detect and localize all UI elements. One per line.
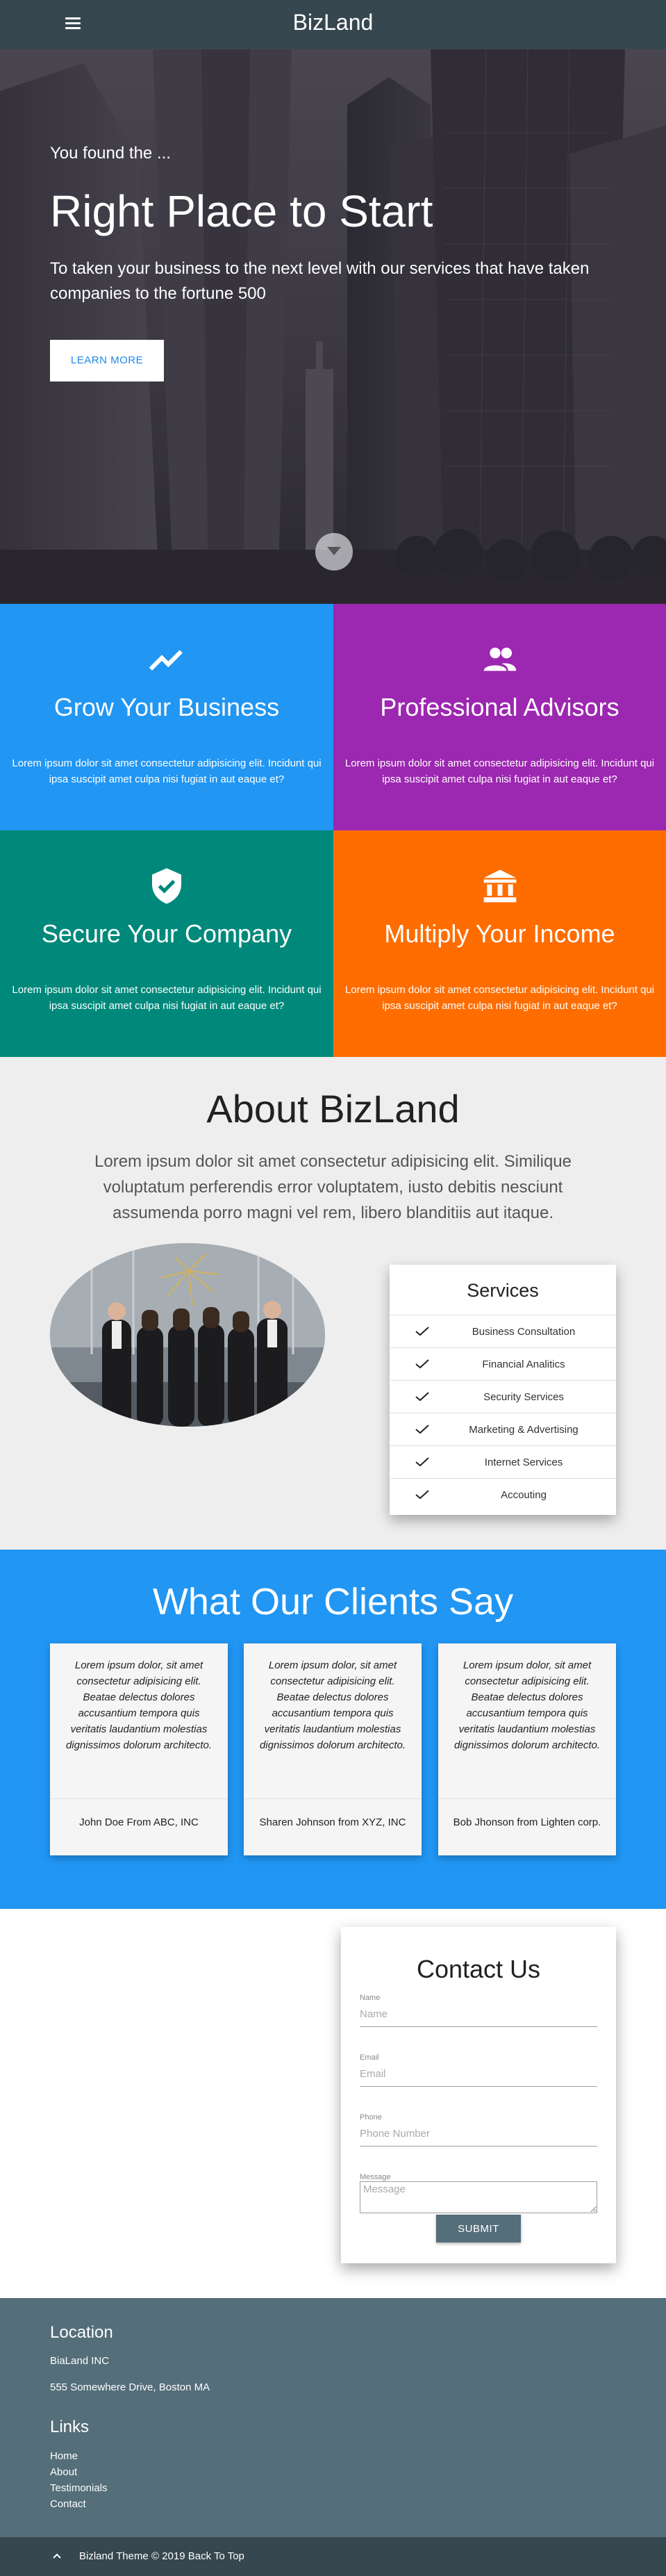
feature-text: Lorem ipsum dolor sit amet consectetur a… xyxy=(12,984,322,1012)
name-field-group: Name xyxy=(360,1994,597,2027)
list-item: Accouting xyxy=(390,1478,616,1511)
phone-label: Phone xyxy=(360,2113,382,2122)
links-title: Links xyxy=(50,2418,90,2436)
checkmark-icon xyxy=(415,1490,429,1500)
footer-link-testimonials[interactable]: Testimonials xyxy=(50,2482,108,2494)
email-field-group: Email xyxy=(360,2053,597,2087)
list-item: Security Services xyxy=(390,1380,616,1413)
name-input[interactable] xyxy=(360,2002,597,2027)
top-navbar: BizLand xyxy=(0,0,666,49)
footer-link-contact[interactable]: Contact xyxy=(50,2498,86,2510)
list-item: Financial Analitics xyxy=(390,1347,616,1380)
feature-title: Grow Your Business xyxy=(53,693,280,721)
feature-title: Secure Your Company xyxy=(41,919,292,948)
footer: Location BiaLand INC 555 Somewhere Drive… xyxy=(0,2298,666,2537)
email-label: Email xyxy=(360,2053,379,2062)
checkmark-icon xyxy=(415,1359,429,1369)
chevron-up-icon[interactable] xyxy=(53,2552,61,2559)
feature-text: Lorem ipsum dolor sit amet consectetur a… xyxy=(344,757,655,785)
services-card: Services Business Consultation Financial… xyxy=(390,1265,616,1515)
list-item: Business Consultation xyxy=(390,1315,616,1347)
checkmark-icon xyxy=(415,1327,429,1336)
services-list: Business Consultation Financial Analitic… xyxy=(390,1315,616,1511)
brand-logo[interactable]: BizLand xyxy=(0,10,666,35)
testimonial-quote: Lorem ipsum dolor, sit amet consectetur … xyxy=(259,1659,406,1751)
footer-link-home[interactable]: Home xyxy=(50,2450,78,2462)
message-label: Message xyxy=(360,2173,391,2181)
feature-title: Multiply Your Income xyxy=(384,919,615,948)
copyright-bar: Bizland Theme © 2019 Back To Top xyxy=(0,2537,666,2576)
testimonial-card: Lorem ipsum dolor, sit amet consectetur … xyxy=(50,1643,228,1855)
testimonial-card: Lorem ipsum dolor, sit amet consectetur … xyxy=(438,1643,616,1855)
hero-overlay xyxy=(0,49,666,604)
name-label: Name xyxy=(360,1994,381,2002)
testimonial-quote: Lorem ipsum dolor, sit amet consectetur … xyxy=(65,1659,213,1751)
message-textarea[interactable] xyxy=(360,2181,597,2213)
service-label: Marketing & Advertising xyxy=(469,1424,578,1436)
bank-icon xyxy=(333,867,666,905)
phone-input[interactable] xyxy=(360,2122,597,2147)
company-address: 555 Somewhere Drive, Boston MA xyxy=(50,2381,210,2393)
copyright-label: Bizland Theme © 2019 xyxy=(79,2550,185,2562)
company-name: BiaLand INC xyxy=(50,2355,110,2367)
service-label: Security Services xyxy=(483,1391,564,1403)
location-title: Location xyxy=(50,2323,113,2342)
card-divider xyxy=(438,1798,616,1799)
trending-up-icon xyxy=(0,640,333,679)
copyright-text: Bizland Theme © 2019 Back To Top xyxy=(79,2550,244,2562)
learn-more-button[interactable]: LEARN MORE xyxy=(50,340,164,382)
list-item: Internet Services xyxy=(390,1445,616,1478)
scroll-down-button[interactable] xyxy=(315,533,353,571)
feature-professional-advisors: Professional Advisors Lorem ipsum dolor … xyxy=(333,604,666,830)
service-label: Financial Analitics xyxy=(482,1359,565,1370)
hero-kicker: You found the ... xyxy=(50,144,171,163)
feature-secure-company: Secure Your Company Lorem ipsum dolor si… xyxy=(0,830,333,1057)
services-title: Services xyxy=(467,1280,539,1301)
feature-text: Lorem ipsum dolor sit amet consectetur a… xyxy=(344,984,655,1012)
testimonial-quote: Lorem ipsum dolor, sit amet consectetur … xyxy=(453,1659,601,1751)
contact-form-card: Contact Us Name Email Phone Message SUBM… xyxy=(341,1927,616,2263)
hero-title: Right Place to Start xyxy=(50,186,433,236)
people-icon xyxy=(333,640,666,679)
contact-title: Contact Us xyxy=(416,1955,541,1983)
testimonials-title: What Our Clients Say xyxy=(152,1581,514,1623)
checkmark-icon xyxy=(415,1425,429,1434)
card-divider xyxy=(50,1798,228,1799)
caret-down-icon xyxy=(327,547,341,555)
testimonial-author: John Doe From ABC, INC xyxy=(79,1816,199,1828)
testimonial-card: Lorem ipsum dolor, sit amet consectetur … xyxy=(244,1643,422,1855)
footer-link-about[interactable]: About xyxy=(50,2466,77,2478)
submit-button[interactable]: SUBMIT xyxy=(436,2215,521,2242)
team-photo xyxy=(50,1243,325,1427)
message-field-group: Message xyxy=(360,2173,597,2213)
feature-title: Professional Advisors xyxy=(380,693,619,721)
testimonials-section: What Our Clients Say Lorem ipsum dolor, … xyxy=(0,1550,666,1909)
email-input[interactable] xyxy=(360,2062,597,2087)
about-title: About BizLand xyxy=(206,1087,460,1131)
testimonial-author: Sharen Johnson from XYZ, INC xyxy=(259,1816,406,1828)
service-label: Business Consultation xyxy=(472,1326,576,1338)
phone-field-group: Phone xyxy=(360,2113,597,2147)
hero-subtitle: To taken your business to the next level… xyxy=(50,259,590,303)
feature-multiply-income: Multiply Your Income Lorem ipsum dolor s… xyxy=(333,830,666,1057)
feature-text: Lorem ipsum dolor sit amet consectetur a… xyxy=(12,757,322,785)
back-to-top-link[interactable]: Back To Top xyxy=(188,2550,244,2562)
checkmark-icon xyxy=(415,1392,429,1402)
service-label: Accouting xyxy=(501,1489,547,1501)
testimonial-author: Bob Jhonson from Lighten corp. xyxy=(453,1816,601,1828)
contact-section: Contact Us Name Email Phone Message SUBM… xyxy=(0,1909,666,2298)
about-section: About BizLand Lorem ipsum dolor sit amet… xyxy=(0,1057,666,1550)
checkmark-icon xyxy=(415,1457,429,1467)
about-text: Lorem ipsum dolor sit amet consectetur a… xyxy=(94,1152,572,1222)
feature-grow-business: Grow Your Business Lorem ipsum dolor sit… xyxy=(0,604,333,830)
hero-section: You found the ... Right Place to Start T… xyxy=(0,49,666,604)
shield-check-icon xyxy=(0,867,333,905)
service-label: Internet Services xyxy=(484,1457,563,1468)
list-item: Marketing & Advertising xyxy=(390,1413,616,1445)
card-divider xyxy=(244,1798,422,1799)
